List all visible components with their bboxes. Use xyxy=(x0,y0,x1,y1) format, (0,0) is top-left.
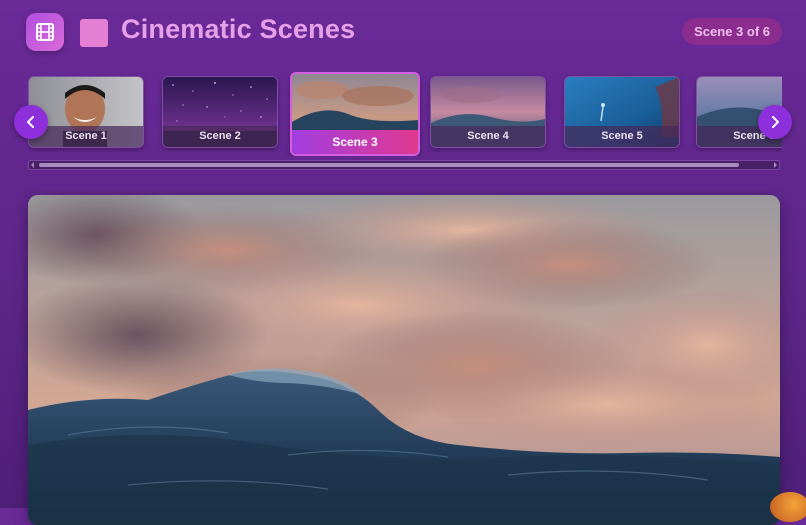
assistant-bubble-icon[interactable] xyxy=(770,492,806,522)
header: Cinematic Scenes Scene 3 of 6 xyxy=(0,0,806,66)
thumbnail-scene-5[interactable]: Scene 5 xyxy=(564,76,680,148)
scroll-left-arrow-icon[interactable] xyxy=(30,162,36,168)
chevron-left-icon xyxy=(27,116,34,128)
scroll-right-arrow-icon[interactable] xyxy=(772,162,778,168)
color-swatch xyxy=(80,19,108,47)
thumbnail-label: Scene 5 xyxy=(565,126,679,147)
next-scene-button[interactable] xyxy=(758,105,792,139)
thumbnail-scene-3[interactable]: Scene 3 xyxy=(290,72,420,156)
scene-counter-badge: Scene 3 of 6 xyxy=(682,18,782,45)
chevron-right-icon xyxy=(772,116,779,128)
film-icon[interactable] xyxy=(26,13,64,51)
scene-viewer xyxy=(28,195,780,525)
scrollbar-thumb[interactable] xyxy=(39,163,739,167)
previous-scene-button[interactable] xyxy=(14,105,48,139)
thumbnail-label: Scene 4 xyxy=(431,126,545,147)
thumbnail-label: Scene 2 xyxy=(163,126,277,147)
thumbnail-scrollbar[interactable] xyxy=(28,160,780,170)
ocean-wave-scene-image xyxy=(28,195,780,525)
page-title: Cinematic Scenes xyxy=(121,14,356,44)
thumbnail-strip: Scene 1 Scene 2 Scene 3 Scene 4 Scene 5 … xyxy=(28,72,782,156)
thumbnail-scene-4[interactable]: Scene 4 xyxy=(430,76,546,148)
thumbnail-label: Scene 3 xyxy=(292,130,418,154)
thumbnail-scene-2[interactable]: Scene 2 xyxy=(162,76,278,148)
